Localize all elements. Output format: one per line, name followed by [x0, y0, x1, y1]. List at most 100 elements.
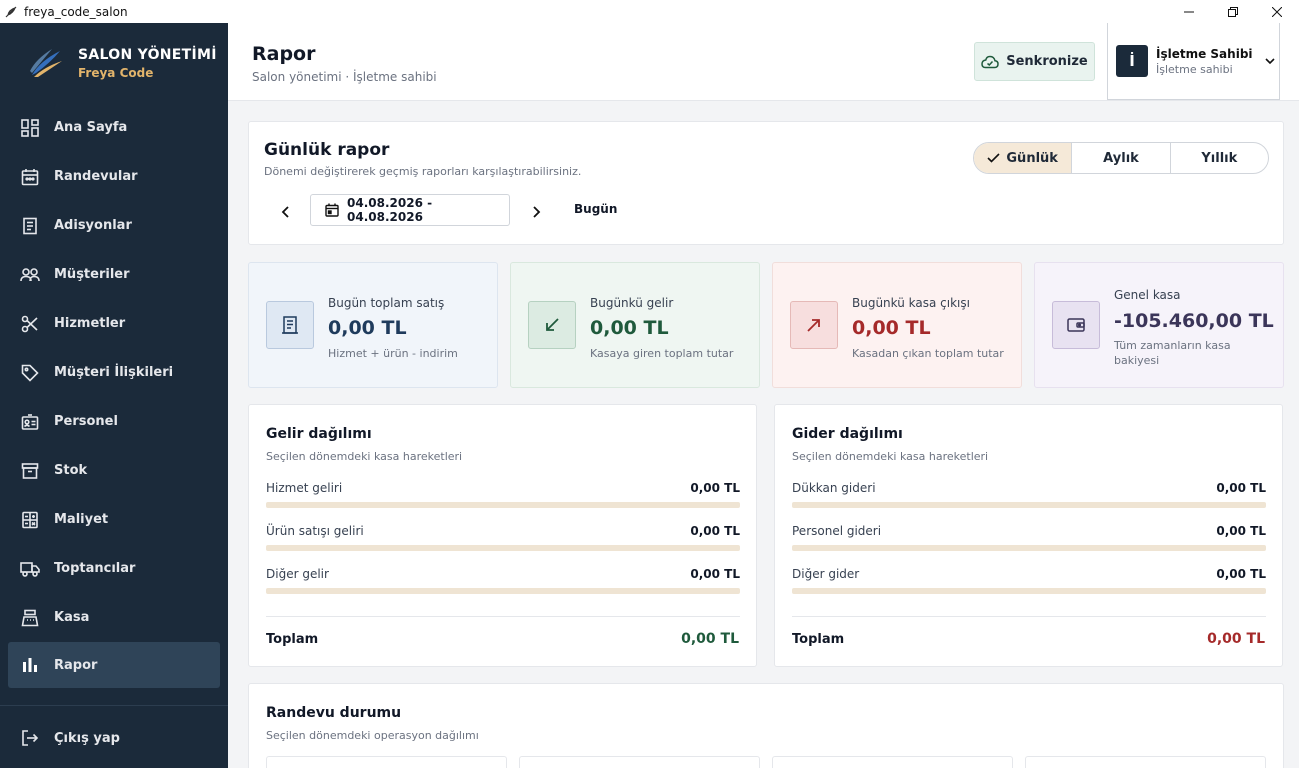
- sidebar-item-label: Randevular: [54, 169, 138, 184]
- calendar-icon: [325, 203, 339, 217]
- report-subtitle: Dönemi değiştirerek geçmiş raporları kar…: [264, 165, 582, 178]
- chevron-left-icon: [281, 206, 289, 218]
- expense-row-value: 0,00 TL: [1216, 567, 1266, 581]
- report-title: Günlük rapor: [264, 140, 390, 160]
- expense-row-value: 0,00 TL: [1216, 481, 1266, 495]
- income-row: Diğer gelir 0,00 TL: [266, 567, 740, 594]
- period-label: Yıllık: [1201, 150, 1238, 166]
- appointment-status-tile: [519, 756, 760, 768]
- income-total-value: 0,00 TL: [681, 631, 739, 647]
- income-row-label: Diğer gelir: [266, 567, 329, 581]
- sidebar-item-label: Toptancılar: [54, 561, 136, 576]
- bar-chart-icon: [20, 655, 40, 675]
- sidebar-item-musteriler[interactable]: Müşteriler: [0, 250, 228, 299]
- brand: SALON YÖNETİMİ Freya Code: [0, 23, 228, 103]
- sidebar-nav: Ana Sayfa Randevular Adisyonlar Müşteril…: [0, 103, 228, 688]
- today-button[interactable]: Bugün: [574, 202, 617, 216]
- sidebar-item-adisyonlar[interactable]: Adisyonlar: [0, 201, 228, 250]
- income-row-label: Ürün satışı geliri: [266, 524, 364, 538]
- period-daily-button[interactable]: Günlük: [974, 143, 1073, 173]
- id-card-icon: [20, 412, 40, 432]
- sidebar-item-maliyet[interactable]: Maliyet: [0, 495, 228, 544]
- sidebar-item-label: Müşteriler: [54, 267, 130, 282]
- expense-row: Diğer gider 0,00 TL: [792, 567, 1266, 594]
- appointment-title: Randevu durumu: [266, 705, 402, 721]
- income-row-value: 0,00 TL: [690, 567, 740, 581]
- brand-title: SALON YÖNETİMİ: [78, 46, 217, 63]
- sidebar-item-label: Stok: [54, 463, 88, 478]
- expense-row-label: Dükkan gideri: [792, 481, 876, 495]
- stat-note: Kasadan çıkan toplam tutar: [852, 347, 1004, 360]
- sidebar-item-personel[interactable]: Personel: [0, 397, 228, 446]
- expense-row: Personel gideri 0,00 TL: [792, 524, 1266, 551]
- user-menu[interactable]: İ İşletme Sahibi İşletme sahibi: [1107, 23, 1280, 100]
- stat-note: Tüm zamanların kasa bakiyesi: [1114, 339, 1231, 367]
- period-label: Aylık: [1103, 150, 1139, 166]
- next-period-button[interactable]: [525, 200, 549, 224]
- brand-subtitle: Freya Code: [78, 65, 154, 80]
- stat-card-total-sales: Bugün toplam satış 0,00 TL Hizmet + ürün…: [248, 262, 498, 388]
- app-feather-icon: [4, 5, 18, 19]
- cloud-icon: [981, 55, 999, 69]
- calculator-icon: [20, 510, 40, 530]
- income-row-bar: [266, 588, 740, 594]
- receipt-icon: [266, 301, 314, 349]
- sidebar-item-label: Ana Sayfa: [54, 120, 128, 135]
- window-titlebar: freya_code_salon: [0, 0, 1299, 23]
- dashboard-icon: [20, 118, 40, 138]
- sidebar-item-toptancilar[interactable]: Toptancılar: [0, 544, 228, 593]
- stat-card-cash-out: Bugünkü kasa çıkışı 0,00 TL Kasadan çıka…: [772, 262, 1022, 388]
- sync-label: Senkronize: [1006, 54, 1088, 69]
- income-title: Gelir dağılımı: [266, 426, 372, 442]
- archive-icon: [20, 461, 40, 481]
- minimize-icon[interactable]: [1167, 0, 1211, 23]
- report-period-card: Günlük rapor Dönemi değiştirerek geçmiş …: [248, 121, 1284, 245]
- sidebar-divider: [0, 705, 228, 706]
- user-role: İşletme sahibi: [1156, 62, 1233, 76]
- appointment-status-tile: [1025, 756, 1266, 768]
- stat-label: Bugünkü kasa çıkışı: [852, 296, 970, 310]
- sync-button[interactable]: Senkronize: [974, 42, 1095, 81]
- appointment-subtitle: Seçilen dönemdeki operasyon dağılımı: [266, 729, 479, 742]
- expense-row-label: Personel gideri: [792, 524, 882, 538]
- stat-note: Hizmet + ürün - indirim: [328, 347, 458, 360]
- expense-divider: [792, 616, 1266, 617]
- stat-label: Genel kasa: [1114, 288, 1181, 302]
- income-divider: [266, 616, 740, 617]
- stat-label: Bugün toplam satış: [328, 296, 445, 310]
- sidebar-item-ana-sayfa[interactable]: Ana Sayfa: [0, 103, 228, 152]
- sidebar-item-hizmetler[interactable]: Hizmetler: [0, 299, 228, 348]
- stat-value: 0,00 TL: [590, 317, 669, 339]
- sidebar-item-label: Kasa: [54, 610, 90, 625]
- restore-icon[interactable]: [1211, 0, 1255, 23]
- brand-logo-icon: [26, 43, 66, 83]
- sidebar-item-label: Müşteri İlişkileri: [54, 365, 174, 380]
- sidebar-item-musteri-iliskileri[interactable]: Müşteri İlişkileri: [0, 348, 228, 397]
- sidebar-item-label: Rapor: [54, 657, 98, 673]
- stat-card-general-cash: Genel kasa -105.460,00 TL Tüm zamanların…: [1034, 262, 1284, 388]
- calendar-icon: [20, 167, 40, 187]
- appointment-status-card: Randevu durumu Seçilen dönemdeki operasy…: [248, 683, 1284, 768]
- logout-button[interactable]: Çıkış yap: [0, 716, 228, 760]
- sidebar-item-stok[interactable]: Stok: [0, 446, 228, 495]
- close-icon[interactable]: [1255, 0, 1299, 23]
- period-monthly-button[interactable]: Aylık: [1072, 143, 1171, 173]
- logout-icon: [20, 728, 40, 748]
- sidebar-item-kasa[interactable]: Kasa: [0, 593, 228, 642]
- expense-title: Gider dağılımı: [792, 426, 903, 442]
- users-icon: [20, 265, 40, 285]
- expense-total-label: Toplam: [792, 632, 845, 647]
- logout-label: Çıkış yap: [54, 730, 120, 746]
- wallet-icon: [1052, 301, 1100, 349]
- income-row: Hizmet geliri 0,00 TL: [266, 481, 740, 508]
- income-total-label: Toplam: [266, 632, 319, 647]
- period-yearly-button[interactable]: Yıllık: [1171, 143, 1268, 173]
- expense-total-value: 0,00 TL: [1207, 631, 1265, 647]
- sidebar-item-randevular[interactable]: Randevular: [0, 152, 228, 201]
- scissors-icon: [20, 314, 40, 334]
- page-header: Rapor Salon yönetimi · İşletme sahibi Se…: [228, 23, 1299, 101]
- date-range-picker[interactable]: 04.08.2026 - 04.08.2026: [310, 194, 510, 226]
- previous-period-button[interactable]: [273, 200, 297, 224]
- stat-note: Kasaya giren toplam tutar: [590, 347, 734, 360]
- sidebar-item-rapor[interactable]: Rapor: [8, 642, 220, 688]
